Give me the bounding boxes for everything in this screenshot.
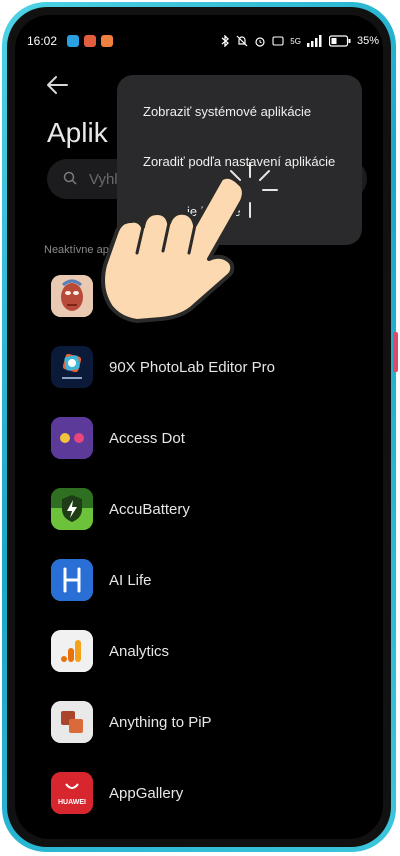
telegram-notification-icon — [67, 35, 79, 47]
mute-bell-icon — [236, 35, 248, 47]
signal-icon — [306, 35, 322, 47]
app-name: AppGallery — [109, 785, 184, 802]
search-icon — [63, 171, 77, 185]
photolab-icon — [51, 346, 93, 388]
network-type: 5G — [290, 36, 301, 46]
status-right: 5G 35% — [220, 33, 379, 49]
app-row-photolab[interactable]: 90X PhotoLab Editor Pro — [51, 346, 381, 417]
screen: 16:02 5G 35% Aplik Vyhľ Neaktívne apl 90… — [15, 15, 383, 839]
app-name: Anything to PiP — [109, 714, 212, 731]
appgallery-icon: HUAWEI — [51, 772, 93, 814]
app-row-accubattery[interactable]: AccuBattery — [51, 488, 381, 559]
accubattery-icon — [51, 488, 93, 530]
app-name: Analytics — [109, 643, 170, 660]
access-dot-icon — [51, 417, 93, 459]
app-row-access-dot[interactable]: Access Dot — [51, 417, 381, 488]
battery-percent-value: 35 — [356, 35, 370, 47]
alarm-icon — [255, 37, 265, 47]
battery-percent: 35% — [356, 35, 379, 47]
battery-icon — [328, 35, 351, 47]
app-name: AI Life — [109, 572, 152, 589]
pip-icon — [51, 701, 93, 743]
status-time: 16:02 — [27, 34, 58, 48]
app-name: AccuBattery — [109, 501, 190, 518]
back-arrow-icon[interactable] — [43, 73, 73, 97]
app-row-appgallery[interactable]: HUAWEI AppGallery — [51, 772, 381, 839]
appgallery-brand: HUAWEI — [58, 799, 86, 806]
app-list: 3D 90X PhotoLab Editor Pro — [51, 275, 381, 839]
bluetooth-icon — [221, 35, 230, 47]
anatomy-icon — [51, 275, 93, 317]
analytics-icon — [51, 630, 93, 672]
app-name: 90X PhotoLab Editor Pro — [109, 359, 275, 376]
menu-item-show-system-apps[interactable]: Zobraziť systémové aplikácie — [143, 104, 311, 119]
app-notification-icon — [101, 35, 113, 47]
ai-life-icon — [51, 559, 93, 601]
volte-icon — [272, 36, 284, 46]
phone-bezel: 16:02 5G 35% Aplik Vyhľ Neaktívne apl 90… — [7, 7, 391, 847]
side-button — [393, 332, 398, 372]
app-row-ai-life[interactable]: AI Life — [51, 559, 381, 630]
status-bar: 16:02 5G 35% — [27, 31, 379, 53]
app-row-anything-to-pip[interactable]: Anything to PiP — [51, 701, 381, 772]
gmail-notification-icon — [84, 35, 96, 47]
app-name: Access Dot — [109, 430, 185, 447]
page-title: Aplik — [47, 117, 108, 148]
pointing-hand-icon — [101, 174, 246, 323]
phone-frame: 16:02 5G 35% Aplik Vyhľ Neaktívne apl 90… — [2, 2, 398, 852]
app-row-analytics[interactable]: Analytics — [51, 630, 381, 701]
